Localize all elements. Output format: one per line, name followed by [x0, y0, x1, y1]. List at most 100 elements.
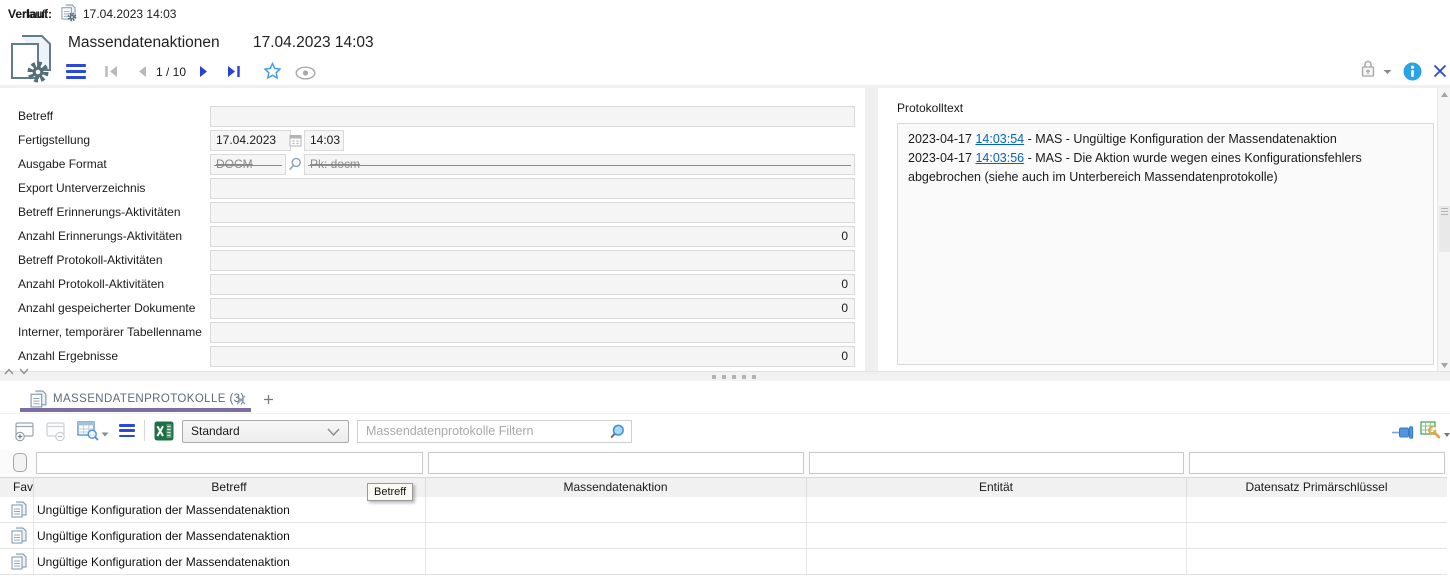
collapse-down-icon[interactable] [19, 368, 29, 375]
column-header-datensatz[interactable]: Datensatz Primärschlüssel [1186, 478, 1447, 497]
table-search-icon[interactable] [77, 421, 99, 441]
ausgabe-format-code-text: DOCM [211, 157, 253, 171]
pin-icon[interactable] [1391, 426, 1414, 439]
column-header-massendatenaktion[interactable]: Massendatenaktion [425, 478, 806, 497]
ausgabe-format-code-field[interactable]: DOCM [210, 154, 286, 175]
vertical-splitter[interactable] [865, 88, 878, 372]
app-icon [8, 34, 54, 84]
first-record-button[interactable] [104, 65, 119, 78]
tab-doc-icon [30, 390, 47, 408]
field-label-anzahl-protokoll: Anzahl Protokoll-Aktivitäten [18, 274, 164, 295]
table-settings-caret-icon[interactable] [1444, 433, 1450, 437]
close-icon[interactable] [1433, 64, 1447, 78]
filter-input[interactable] [357, 420, 632, 443]
field-label-tabellenname: Interner, temporärer Tabellenname [18, 322, 202, 343]
table-settings-wrench-icon[interactable] [1420, 421, 1442, 440]
filter-input-wrap [357, 420, 632, 443]
row-betreff: Ungültige Konfiguration der Massendatena… [37, 501, 290, 519]
last-record-button[interactable] [226, 65, 241, 78]
add-tab-icon[interactable] [263, 394, 274, 405]
row-betreff: Ungültige Konfiguration der Massendatena… [37, 553, 290, 571]
active-tab-underline [20, 408, 251, 412]
filter-search-icon[interactable] [609, 424, 625, 440]
log-time-link[interactable]: 14:03:54 [975, 132, 1024, 146]
tabellenname-field[interactable] [210, 322, 855, 343]
lock-icon[interactable] [1360, 59, 1376, 79]
tab-close-icon[interactable] [236, 395, 246, 405]
fav-filter-checkbox[interactable] [13, 453, 27, 472]
scroll-down-icon[interactable] [1441, 363, 1448, 368]
subpanel-menu-hamburger-icon[interactable] [119, 424, 135, 438]
new-record-icon[interactable] [14, 421, 35, 442]
ausgabe-format-value-field[interactable]: Pk: docm [304, 154, 855, 175]
log-time-link[interactable]: 14:03:56 [975, 151, 1024, 165]
menu-hamburger-icon[interactable] [66, 64, 86, 79]
table-header-row: Fav Betreff Massendatenaktion Entität Da… [0, 477, 1447, 498]
field-label-betreff: Betreff [18, 106, 53, 127]
table-filter-row [0, 450, 1447, 477]
view-select-value: Standard [191, 424, 240, 438]
table-search-caret-icon[interactable] [101, 432, 109, 437]
betreff-erinnerungs-field[interactable] [210, 202, 855, 223]
table-row[interactable]: Ungültige Konfiguration der Massendatena… [0, 549, 1447, 575]
history-doc-gear-icon[interactable] [60, 4, 78, 23]
row-doc-icon [11, 501, 27, 518]
column-header-fav[interactable]: Fav [13, 478, 33, 497]
row-doc-icon [11, 527, 27, 544]
fertigstellung-date-field[interactable]: 17.04.2023 [210, 130, 291, 151]
calendar-icon[interactable] [289, 133, 302, 147]
field-label-betreff-erinnerungs: Betreff Erinnerungs-Aktivitäten [18, 202, 181, 223]
table-row[interactable]: Ungültige Konfiguration der Massendatena… [0, 497, 1447, 523]
filter-field-massendatenaktion[interactable] [428, 452, 804, 474]
splitter-grip[interactable] [712, 375, 756, 379]
anzahl-erinnerungs-field[interactable]: 0 [210, 226, 855, 247]
record-pager: 1 / 10 [150, 65, 192, 79]
table-row[interactable]: Ungültige Konfiguration der Massendatena… [0, 523, 1447, 549]
betreff-field[interactable] [210, 106, 855, 127]
remove-record-icon[interactable] [45, 421, 66, 442]
page-title-date: 17.04.2023 14:03 [253, 34, 374, 52]
view-select[interactable]: Standard [182, 420, 349, 443]
anzahl-dokumente-field[interactable]: 0 [210, 298, 855, 319]
betreff-tooltip: Betreff [367, 483, 413, 501]
massendatenaktionen-window: Verlauf: Verlauf: 17.04.2023 14:03 Masse… [0, 0, 1450, 578]
form-panel: Betreff Fertigstellung Ausgabe Format Ex… [0, 88, 860, 372]
betreff-protokoll-field[interactable] [210, 250, 855, 271]
anzahl-protokoll-field[interactable]: 0 [210, 274, 855, 295]
scrollbar-thumb[interactable] [1439, 206, 1450, 252]
row-betreff: Ungültige Konfiguration der Massendatena… [37, 527, 290, 545]
ausgabe-format-value-text: Pk: docm [305, 157, 360, 171]
protokolltext-label: Protokolltext [897, 101, 963, 115]
favorite-star-icon[interactable] [263, 62, 282, 80]
protokolltext-box[interactable]: 2023-04-17 14:03:54 - MAS - Ungültige Ko… [897, 123, 1434, 365]
toolbar-separator [144, 420, 145, 441]
next-record-button[interactable] [199, 65, 210, 78]
collapse-up-icon[interactable] [4, 368, 14, 375]
vertical-scrollbar[interactable] [1437, 88, 1450, 372]
lock-dropdown-caret-icon[interactable] [1383, 69, 1392, 75]
row-doc-icon [11, 553, 27, 570]
column-header-entitaet[interactable]: Entität [806, 478, 1186, 497]
scroll-up-icon[interactable] [1441, 92, 1448, 97]
lookup-magnifier-icon[interactable] [288, 157, 302, 171]
field-label-anzahl-ergebnisse: Anzahl Ergebnisse [18, 346, 118, 367]
info-icon[interactable] [1403, 62, 1422, 81]
field-label-fertigstellung: Fertigstellung [18, 130, 90, 151]
excel-export-icon[interactable] [154, 421, 174, 441]
page-title: Massendatenaktionen [68, 34, 220, 52]
filter-field-betreff[interactable] [36, 452, 423, 474]
previous-record-button[interactable] [136, 65, 147, 78]
fertigstellung-time-field[interactable]: 14:03 [304, 130, 344, 151]
filter-field-entitaet[interactable] [809, 452, 1184, 474]
log-entry: 2023-04-17 14:03:54 - MAS - Ungültige Ko… [908, 130, 1423, 149]
log-date: 2023-04-17 [908, 151, 972, 165]
filter-field-datensatz[interactable] [1189, 452, 1445, 474]
export-unterverzeichnis-field[interactable] [210, 178, 855, 199]
tab-massendatenprotokolle[interactable]: MASSENDATENPROTOKOLLE (3) [53, 393, 245, 405]
select-chevron-icon [327, 428, 340, 436]
field-label-export-unterverzeichnis: Export Unterverzeichnis [18, 178, 145, 199]
anzahl-ergebnisse-field[interactable]: 0 [210, 346, 855, 367]
verlauf-entry-link[interactable]: 17.04.2023 14:03 [83, 7, 176, 21]
field-label-betreff-protokoll: Betreff Protokoll-Aktivitäten [18, 250, 163, 271]
watch-eye-icon[interactable] [295, 66, 316, 80]
